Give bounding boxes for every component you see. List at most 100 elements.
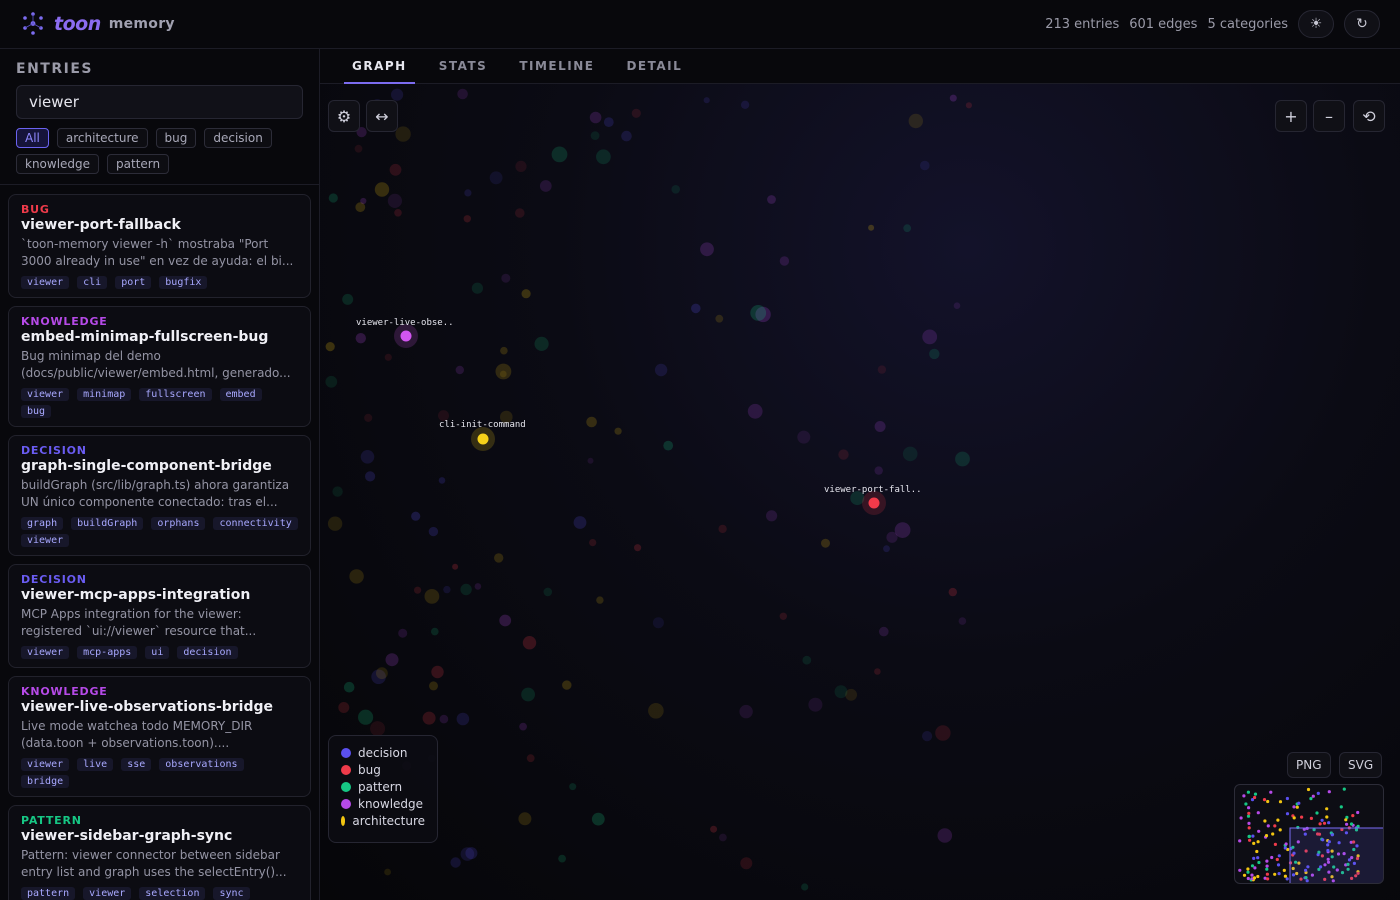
graph-node-dim <box>671 185 680 194</box>
entry-tag[interactable]: cli <box>77 276 108 289</box>
filter-bug[interactable]: bug <box>155 128 197 148</box>
filter-pattern[interactable]: pattern <box>107 154 170 174</box>
entry-tag[interactable]: bugfix <box>159 276 208 289</box>
filter-knowledge[interactable]: knowledge <box>16 154 100 174</box>
graph-node-dim <box>700 242 714 257</box>
entry-tag[interactable]: viewer <box>21 534 70 547</box>
entry-title: viewer-sidebar-graph-sync <box>21 828 233 844</box>
reset-view-button[interactable]: ⟲ <box>1353 100 1385 132</box>
zoom-in-button[interactable]: + <box>1275 100 1307 132</box>
theme-toggle-button[interactable]: ☀ <box>1298 10 1334 38</box>
minimap-node <box>1277 872 1281 876</box>
entry-tag[interactable]: ui <box>145 646 170 659</box>
entry-tag[interactable]: pattern <box>21 887 76 900</box>
minimap-node <box>1300 815 1304 819</box>
filter-decision[interactable]: decision <box>204 128 272 148</box>
graph-node-dim <box>439 714 449 724</box>
graph-node-dim <box>587 457 594 464</box>
legend-item: pattern <box>341 778 425 795</box>
gear-icon: ⚙ <box>336 106 352 126</box>
graph-node-dim <box>719 833 727 842</box>
entry-tag[interactable]: live <box>77 758 114 771</box>
tab-detail[interactable]: DETAIL <box>618 49 690 84</box>
main-panel: GRAPH STATS TIMELINE DETAIL ⚙ ↔ + – ⟲ vi… <box>320 49 1400 900</box>
minimap-node <box>1344 818 1348 822</box>
graph-legend: decision bug pattern knowledge architect… <box>328 735 438 843</box>
filter-architecture[interactable]: architecture <box>56 128 148 148</box>
filter-all[interactable]: All <box>16 128 49 148</box>
minimap-node <box>1246 870 1250 874</box>
graph-node-dim <box>354 144 363 153</box>
entry-tag[interactable]: viewer <box>21 758 70 771</box>
entry-card[interactable]: PATTERN viewer-sidebar-graph-sync Pattern:… <box>8 805 311 900</box>
entry-tag[interactable]: bridge <box>21 775 70 788</box>
entry-tag[interactable]: minimap <box>77 388 132 401</box>
legend-item: knowledge <box>341 795 425 812</box>
entry-card[interactable]: KNOWLEDGE embed-minimap-fullscreen-bug Bug… <box>8 306 311 427</box>
minimap-node <box>1239 816 1243 820</box>
graph-node-dim <box>691 303 701 314</box>
entry-tag[interactable]: buildGraph <box>71 517 144 530</box>
entry-tag[interactable]: fullscreen <box>139 388 212 401</box>
export-svg-button[interactable]: SVG <box>1339 752 1383 778</box>
entry-tag[interactable]: connectivity <box>213 517 298 530</box>
entry-tag[interactable]: observations <box>159 758 244 771</box>
search-input[interactable] <box>16 85 303 119</box>
graph-node-dim <box>955 451 970 467</box>
legend-dot <box>341 764 351 775</box>
graph-canvas[interactable]: ⚙ ↔ + – ⟲ viewer-live-obse.. cli-init-co… <box>320 84 1400 900</box>
entry-tag[interactable]: graph <box>21 517 64 530</box>
export-png-button[interactable]: PNG <box>1287 752 1331 778</box>
graph-node-dim <box>424 589 440 604</box>
entry-tags: graph buildGraph orphans connectivity viewer <box>21 517 298 547</box>
entry-tag[interactable]: embed <box>219 388 262 401</box>
refresh-button[interactable]: ↻ <box>1344 10 1380 38</box>
tab-stats[interactable]: STATS <box>431 49 496 84</box>
entry-tag[interactable]: bug <box>21 405 52 418</box>
entry-tag[interactable]: selection <box>139 887 206 900</box>
graph-node-dim <box>456 712 470 726</box>
graph-node-dim <box>343 681 355 693</box>
graph-node-dim <box>929 348 940 360</box>
minimap-node <box>1276 818 1280 822</box>
zoom-out-button[interactable]: – <box>1313 100 1345 132</box>
entry-tag[interactable]: viewer <box>83 887 132 900</box>
entry-card[interactable]: DECISION viewer-mcp-apps-integration MCP A… <box>8 564 311 668</box>
entry-card[interactable]: KNOWLEDGE viewer-live-observations-bridge… <box>8 676 311 797</box>
graph-node-dim <box>586 416 597 428</box>
entry-tag[interactable]: viewer <box>21 646 70 659</box>
entry-card[interactable]: BUG viewer-port-fallback `toon-memory view… <box>8 194 311 298</box>
minimap-node <box>1356 810 1360 815</box>
entry-tag[interactable]: port <box>115 276 152 289</box>
graph-node-dim <box>460 847 475 861</box>
graph-node-dim <box>474 583 482 590</box>
entry-tag[interactable]: viewer <box>21 388 70 401</box>
minimap-node <box>1342 787 1346 791</box>
minimap-node <box>1247 834 1251 838</box>
graph-node-dim <box>589 539 597 547</box>
entry-tag[interactable]: orphans <box>151 517 206 530</box>
legend-label: pattern <box>358 779 403 794</box>
graph-node-dim <box>949 94 957 102</box>
entry-card[interactable]: DECISION graph-single-component-bridge bui… <box>8 435 311 556</box>
entry-tag[interactable]: mcp-apps <box>77 646 138 659</box>
graph-node-dim <box>740 857 753 870</box>
entry-tag[interactable]: sync <box>213 887 250 900</box>
entry-list: BUG viewer-port-fallback `toon-memory view… <box>0 185 319 900</box>
entry-tag[interactable]: decision <box>177 646 238 659</box>
graph-node-dim <box>569 783 577 791</box>
minimap-node <box>1252 876 1257 880</box>
fit-width-button[interactable]: ↔ <box>366 100 398 132</box>
entry-tag[interactable]: sse <box>121 758 152 771</box>
graph-settings-button[interactable]: ⚙ <box>328 100 360 132</box>
entry-tag[interactable]: viewer <box>21 276 70 289</box>
legend-item: decision <box>341 744 425 761</box>
tab-timeline[interactable]: TIMELINE <box>511 49 602 84</box>
graph-node-dim <box>534 336 549 351</box>
minimap-node <box>1356 824 1360 828</box>
minimap-node <box>1253 792 1258 796</box>
tab-graph[interactable]: GRAPH <box>344 49 415 84</box>
graph-node-dim <box>360 450 375 464</box>
graph-node-dim <box>460 583 472 596</box>
minimap[interactable] <box>1234 784 1384 884</box>
